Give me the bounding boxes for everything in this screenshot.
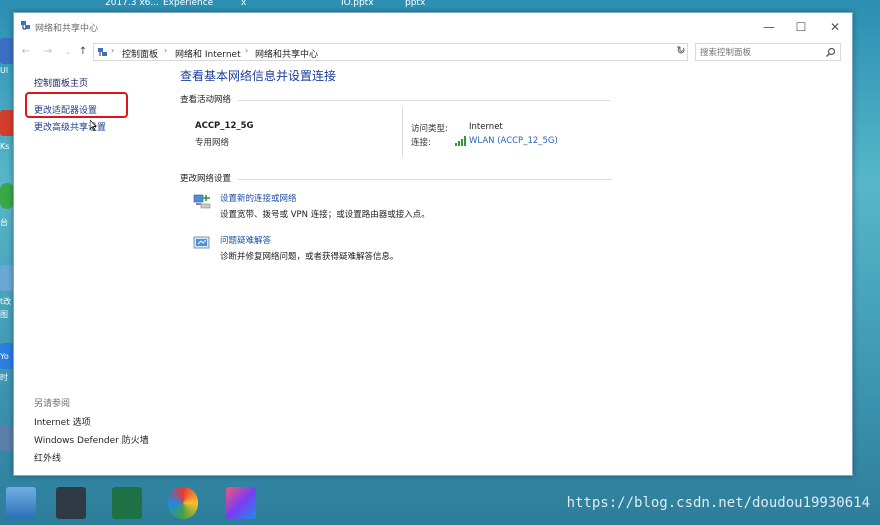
change-network-settings-heading: 更改网络设置 <box>180 174 232 184</box>
desktop-file-label[interactable]: 2017.3 x6... <box>105 0 159 8</box>
section-divider <box>238 179 612 180</box>
up-arrow-icon[interactable]: ↑ <box>76 45 90 59</box>
wlan-connection-link[interactable]: WLAN (ACCP_12_5G) <box>469 136 558 146</box>
minimize-button[interactable]: — <box>754 17 784 37</box>
breadcrumb-control-panel[interactable]: 控制面板 <box>122 47 158 60</box>
intellij-idea-icon[interactable] <box>226 487 256 519</box>
back-arrow-icon[interactable]: ← <box>19 45 33 59</box>
browser-icon[interactable] <box>168 487 198 519</box>
active-networks-heading: 查看活动网络 <box>180 95 232 105</box>
desktop-shortcut-label: 时 <box>0 373 8 382</box>
change-adapter-settings-link[interactable]: 更改适配器设置 <box>34 103 97 116</box>
mouse-cursor-icon <box>90 120 97 131</box>
maximize-button[interactable]: ☐ <box>786 17 816 37</box>
desktop-shortcut-icon[interactable] <box>0 265 14 291</box>
window-title: 网络和共享中心 <box>35 24 99 34</box>
setup-new-connection-link[interactable]: 设置新的连接或网络 <box>220 192 297 204</box>
excel-icon[interactable] <box>112 487 142 519</box>
desktop-file-label[interactable]: x <box>241 0 246 8</box>
close-button[interactable]: ✕ <box>820 17 850 37</box>
forward-arrow-icon[interactable]: → <box>41 45 55 59</box>
control-panel-icon <box>98 48 107 56</box>
this-pc-icon[interactable] <box>6 487 36 519</box>
troubleshoot-icon <box>193 236 210 249</box>
section-divider <box>238 100 610 101</box>
desktop-shortcut-label: 台 <box>0 218 8 227</box>
main-content: 查看基本网络信息并设置连接 查看活动网络 ACCP_12_5G 专用网络 访问类… <box>180 63 840 475</box>
wifi-signal-icon <box>455 136 466 146</box>
setup-new-connection-description: 设置宽带、拨号或 VPN 连接；或设置路由器或接入点。 <box>220 210 430 220</box>
watermark-text: https://blog.csdn.net/doudou19930614 <box>566 495 870 511</box>
network-sharing-center-window: 网络和共享中心 — ☐ ✕ ← → ⌄ ↑ › 控制面板 › 网络和 Inter… <box>13 12 853 476</box>
troubleshoot-problems-description: 诊断并修复网络问题，或者获得疑难解答信息。 <box>220 252 399 262</box>
breadcrumb-separator-icon[interactable]: › <box>111 46 114 55</box>
control-panel-home-link[interactable]: 控制面板主页 <box>34 76 88 89</box>
page-title: 查看基本网络信息并设置连接 <box>180 69 337 83</box>
desktop-shortcut-label: Ks <box>0 142 10 151</box>
access-type-label: 访问类型: <box>411 124 448 134</box>
see-also-heading: 另请参阅 <box>34 399 71 409</box>
desktop-shortcut-icon[interactable] <box>0 38 14 64</box>
desktop-file-label[interactable]: pptx <box>405 0 425 8</box>
desktop-top-strip: 2017.3 x6... Experience x IO.pptx pptx <box>0 0 880 12</box>
desktop-shortcut-icon[interactable] <box>0 110 14 136</box>
internet-options-link[interactable]: Internet 选项 <box>34 415 91 428</box>
title-bar[interactable]: 网络和共享中心 — ☐ ✕ <box>14 13 852 41</box>
desktop-shortcut-label: 图 <box>0 310 8 319</box>
breadcrumb-network-sharing-center[interactable]: 网络和共享中心 <box>255 47 318 60</box>
network-name: ACCP_12_5G <box>195 121 254 131</box>
search-box[interactable] <box>695 43 841 61</box>
desktop-shortcut-icon[interactable] <box>0 183 14 209</box>
refresh-icon[interactable]: ↻ <box>674 44 688 58</box>
desktop-file-label[interactable]: IO.pptx <box>341 0 374 8</box>
search-input[interactable] <box>700 46 820 59</box>
network-category[interactable]: 专用网络 <box>195 136 229 148</box>
troubleshoot-problems-link[interactable]: 问题疑难解答 <box>220 234 271 246</box>
connection-label: 连接: <box>411 138 431 148</box>
address-bar-row: ← → ⌄ ↑ › 控制面板 › 网络和 Internet › 网络和共享中心 … <box>14 41 852 63</box>
access-type-value: Internet <box>469 122 503 132</box>
breadcrumb-separator-icon[interactable]: › <box>245 46 248 55</box>
breadcrumb-network-internet[interactable]: 网络和 Internet <box>175 47 241 60</box>
desktop-shortcut-label: Yo <box>0 352 9 361</box>
desktop-file-label[interactable]: Experience <box>163 0 213 8</box>
windows-defender-firewall-link[interactable]: Windows Defender 防火墙 <box>34 433 149 446</box>
desktop-shortcut-label: Ul <box>0 66 9 75</box>
vertical-divider <box>402 107 403 157</box>
recent-dropdown-icon[interactable]: ⌄ <box>61 45 75 59</box>
network-center-icon <box>21 21 30 30</box>
infrared-link[interactable]: 红外线 <box>34 451 61 464</box>
desktop-shortcut-icon[interactable] <box>0 425 14 451</box>
address-box[interactable]: › 控制面板 › 网络和 Internet › 网络和共享中心 ⌄ <box>93 43 688 61</box>
desktop-shortcut-label: t改 <box>0 297 12 306</box>
breadcrumb-separator-icon[interactable]: › <box>164 46 167 55</box>
new-connection-icon <box>193 194 211 209</box>
app-shortcut-icon[interactable] <box>56 487 86 519</box>
search-icon[interactable] <box>825 47 836 58</box>
